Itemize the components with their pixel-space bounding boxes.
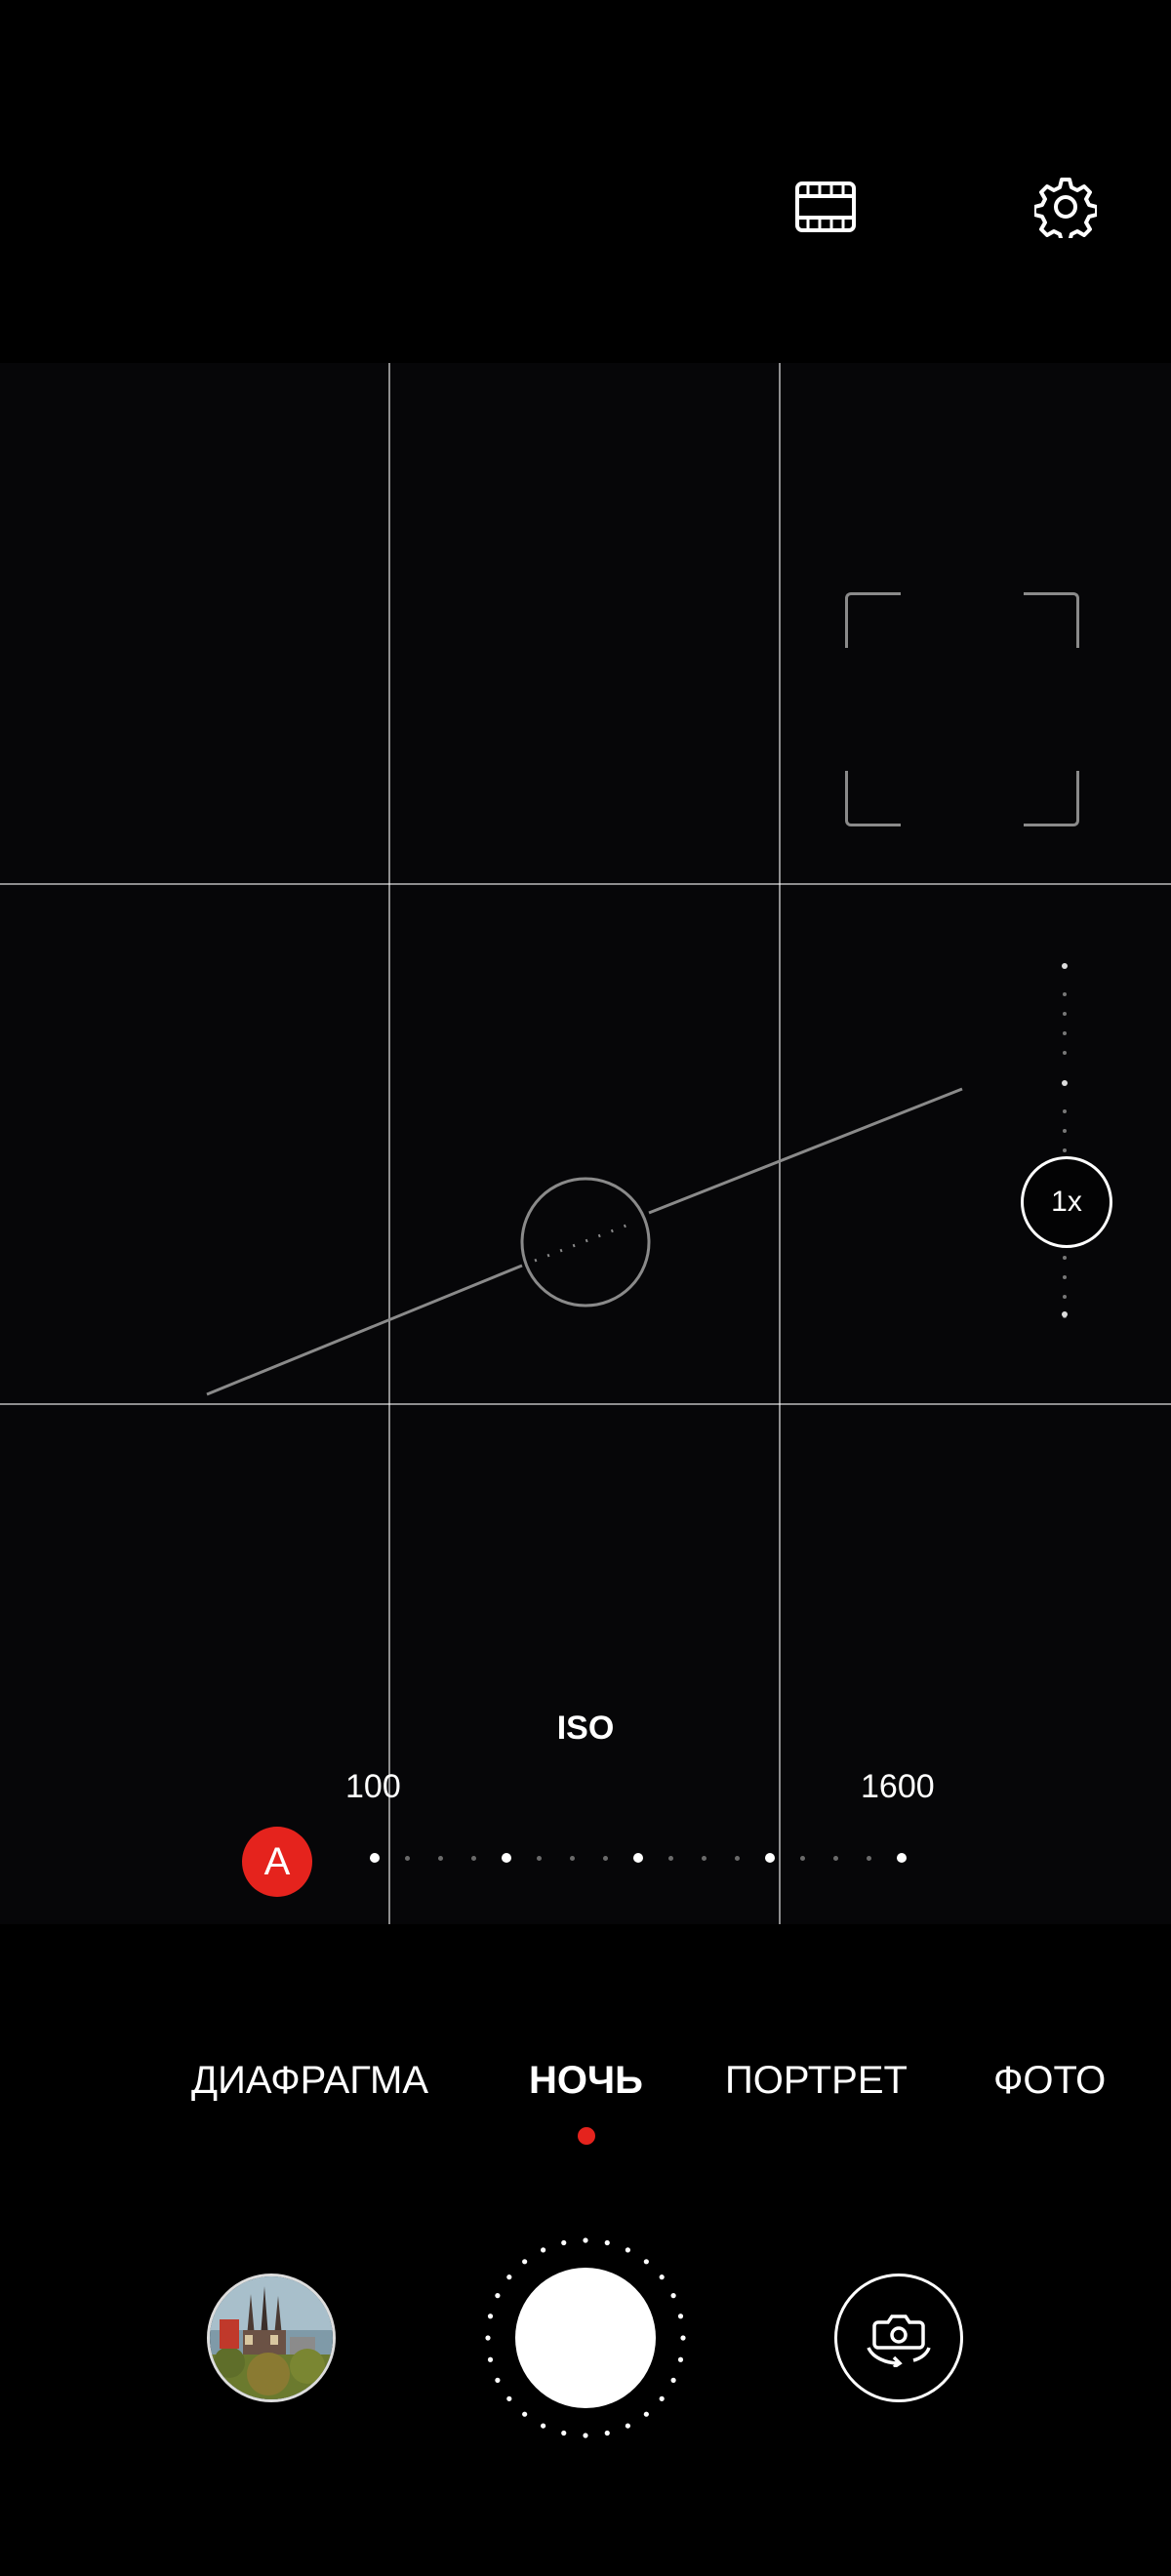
iso-tick [470,1855,476,1861]
mode-night[interactable]: НОЧЬ [529,2059,643,2103]
iso-tick [734,1855,740,1861]
iso-tick [405,1855,411,1861]
iso-tick [370,1853,380,1863]
iso-min-label: 100 [345,1768,401,1805]
gallery-thumbnail-icon[interactable] [207,2274,336,2402]
iso-auto-label: A [263,1839,291,1883]
mode-portrait[interactable]: ПОРТРЕТ [725,2059,908,2103]
viewfinder[interactable]: 1x ISO 100 1600 A [0,363,1171,1924]
iso-tick [633,1853,643,1863]
shutter-ring-dot [583,2433,588,2438]
shutter-ring-dot [659,2395,665,2401]
shutter-ring-dot [625,2423,630,2429]
shutter-ring-dot [659,2274,665,2280]
iso-tick [502,1853,511,1863]
shutter-ring-dot [670,2377,676,2383]
iso-tick [833,1855,838,1861]
shutter-ring-dot [583,2237,588,2243]
mode-selector: ДИАФРАГМА НОЧЬ ПОРТРЕТ ФОТО [0,2039,1171,2137]
iso-title: ISO [556,1710,615,1747]
top-bar [0,0,1171,361]
iso-tick [702,1855,707,1861]
shutter-ring-dot [643,2259,649,2265]
shutter-ring-dot [680,2335,686,2341]
shutter-ring-dot [643,2411,649,2417]
shutter-ring-dot [495,2293,501,2299]
shutter-ring-dot [677,2356,684,2362]
iso-tick [602,1855,608,1861]
shutter-ring-dot [604,2430,610,2436]
iso-tick [537,1855,543,1861]
gear-icon[interactable] [1030,172,1101,242]
iso-max-label: 1600 [861,1768,935,1805]
switch-camera-icon[interactable] [834,2274,963,2402]
iso-tick [438,1855,443,1861]
zoom-button[interactable]: 1x [1021,1156,1112,1248]
shutter-ring-dot [604,2239,610,2246]
iso-auto-button[interactable]: A [242,1827,312,1897]
iso-tick [866,1855,871,1861]
film-icon[interactable] [790,172,861,242]
zoom-slider[interactable] [1062,963,1068,1685]
shutter-ring-dot [506,2274,512,2280]
iso-tick [800,1855,806,1861]
shutter-ring-dot [561,2239,567,2246]
mode-photo[interactable]: ФОТО [993,2059,1106,2103]
shutter-ring-dot [522,2411,528,2417]
active-mode-indicator [578,2127,595,2145]
shutter-button[interactable] [515,2268,656,2408]
shutter-ring-dot [670,2293,676,2299]
shutter-ring-dot [625,2247,630,2253]
iso-tick [570,1855,575,1861]
shutter-ring-dot [487,2314,494,2319]
shutter-ring-dot [541,2247,546,2253]
shutter-ring-dot [522,2259,528,2265]
zoom-label: 1x [1051,1186,1082,1218]
shutter-ring-dot [506,2395,512,2401]
iso-tick [765,1853,775,1863]
level-icon [206,1087,963,1396]
shutter-ring-dot [485,2335,491,2341]
mode-aperture[interactable]: ДИАФРАГМА [191,2059,428,2103]
iso-tick [668,1855,674,1861]
shutter-ring-dot [677,2314,684,2319]
shutter-ring-dot [561,2430,567,2436]
shutter-ring-dot [541,2423,546,2429]
shutter-ring-dot [487,2356,494,2362]
iso-tick [897,1853,907,1863]
iso-slider[interactable] [361,1846,908,1875]
shutter-ring-dot [495,2377,501,2383]
